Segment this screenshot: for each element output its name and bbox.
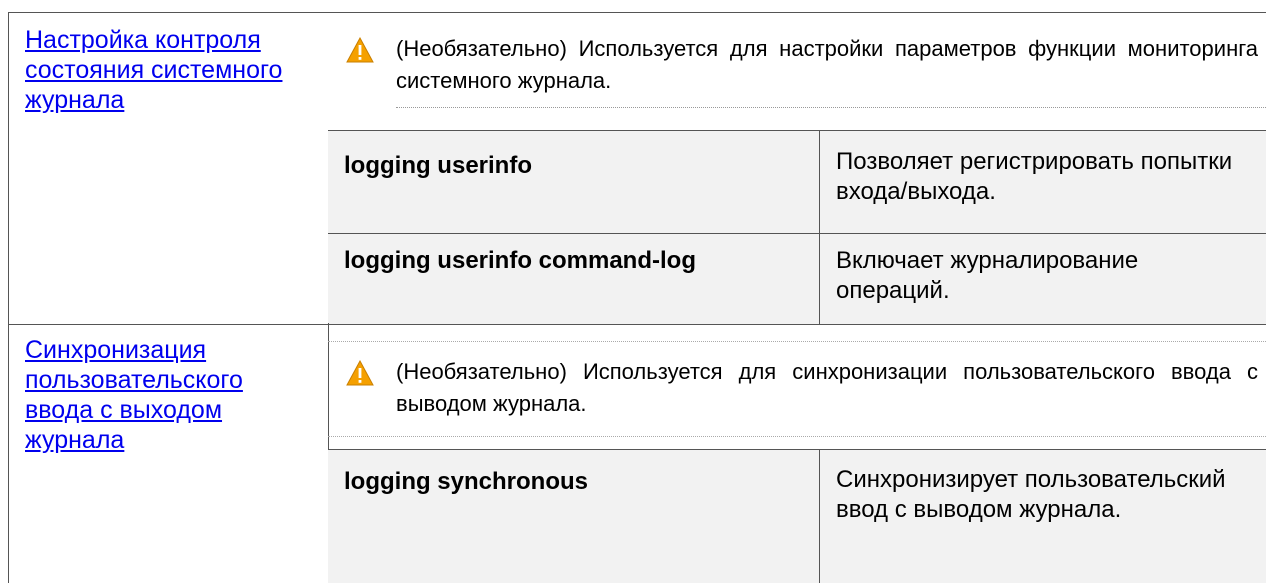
command-name: logging userinfo command-log <box>344 247 696 274</box>
task-link-log-monitoring[interactable]: Настройка контроля состояния системного … <box>25 25 315 115</box>
table-row: logging synchronous Синхронизирует польз… <box>328 449 1266 583</box>
command-name: logging synchronous <box>344 468 588 495</box>
note-text: (Необязательно) Используется для синхрон… <box>396 359 1258 416</box>
command-description: Синхронизирует пользовательский ввод с в… <box>836 466 1226 523</box>
task-link-input-sync[interactable]: Синхронизация пользовательского ввода с … <box>25 335 315 455</box>
warning-icon <box>346 360 374 386</box>
table-row: Настройка контроля состояния системного … <box>8 12 1266 325</box>
table-row: logging userinfo Позволяет регистрироват… <box>328 131 1266 233</box>
details-cell: (Необязательно) Используется для синхрон… <box>328 323 1266 583</box>
command-table: Настройка контроля состояния системного … <box>8 12 1266 583</box>
warning-icon <box>346 37 374 63</box>
note-divider <box>328 436 1266 437</box>
command-description-cell: Позволяет регистрировать попытки входа/в… <box>819 131 1266 233</box>
details-cell: (Необязательно) Используется для настрой… <box>328 13 1266 324</box>
command-description-cell: Включает журналирование операций. <box>819 234 1266 324</box>
command-description: Включает журналирование операций. <box>836 247 1139 304</box>
task-cell: Настройка контроля состояния системного … <box>8 13 329 324</box>
task-cell: Синхронизация пользовательского ввода с … <box>8 323 329 583</box>
command-description: Позволяет регистрировать попытки входа/в… <box>836 148 1233 205</box>
note-divider <box>396 107 1266 108</box>
command-name: logging userinfo <box>344 152 532 179</box>
table-row: logging userinfo command-log Включает жу… <box>328 234 1266 324</box>
note-block: (Необязательно) Используется для синхрон… <box>328 342 1266 436</box>
note-text: (Необязательно) Используется для настрой… <box>396 36 1258 93</box>
note-block: (Необязательно) Используется для настрой… <box>328 13 1266 130</box>
table-row: Синхронизация пользовательского ввода с … <box>8 323 1266 583</box>
command-description-cell: Синхронизирует пользовательский ввод с в… <box>819 449 1266 583</box>
